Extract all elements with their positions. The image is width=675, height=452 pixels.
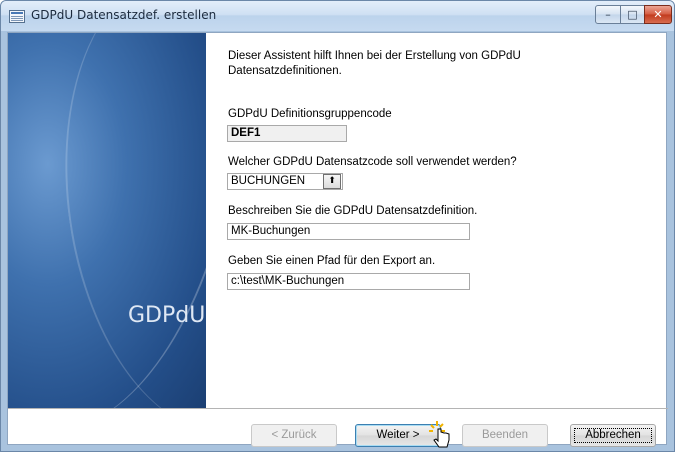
window-title: GDPdU Datensatzdef. erstellen xyxy=(31,8,217,22)
next-button-label: Weiter > xyxy=(376,429,420,441)
window-app-icon[interactable] xyxy=(9,10,25,23)
export-path-field[interactable]: c:\test\MK-Buchungen xyxy=(227,273,470,290)
banner-brand-text: GDPdU xyxy=(128,303,206,328)
title-bar[interactable]: GDPdU Datensatzdef. erstellen – □ ✕ xyxy=(1,1,674,31)
description-label: Beschreiben Sie die GDPdU Datensatzdefin… xyxy=(228,205,478,217)
record-code-label: Welcher GDPdU Datensatzcode soll verwend… xyxy=(228,156,517,168)
minimize-button[interactable]: – xyxy=(595,5,621,24)
cancel-button[interactable]: Abbrechen xyxy=(570,424,656,447)
intro-text: Dieser Assistent hilft Ihnen bei der Ers… xyxy=(228,50,521,77)
record-code-lookup-button[interactable]: ⬆ xyxy=(323,174,341,189)
export-path-label: Geben Sie einen Pfad für den Export an. xyxy=(228,255,436,267)
wizard-body: GDPdU Dieser Assistent hilft Ihnen bei d… xyxy=(7,32,668,448)
group-code-label: GDPdU Definitionsgruppencode xyxy=(228,108,392,120)
focus-rectangle xyxy=(574,428,652,443)
close-button[interactable]: ✕ xyxy=(644,5,672,24)
wizard-side-banner: GDPdU xyxy=(8,33,206,408)
maximize-button[interactable]: □ xyxy=(620,5,645,24)
back-button[interactable]: < Zurück xyxy=(251,424,337,447)
group-code-field: DEF1 xyxy=(227,125,347,142)
hand-pointer-icon xyxy=(429,421,450,448)
button-separator xyxy=(8,408,668,409)
description-field[interactable]: MK-Buchungen xyxy=(227,223,470,240)
finish-button[interactable]: Beenden xyxy=(462,424,548,447)
wizard-window: GDPdU Datensatzdef. erstellen – □ ✕ GDPd… xyxy=(0,0,675,452)
